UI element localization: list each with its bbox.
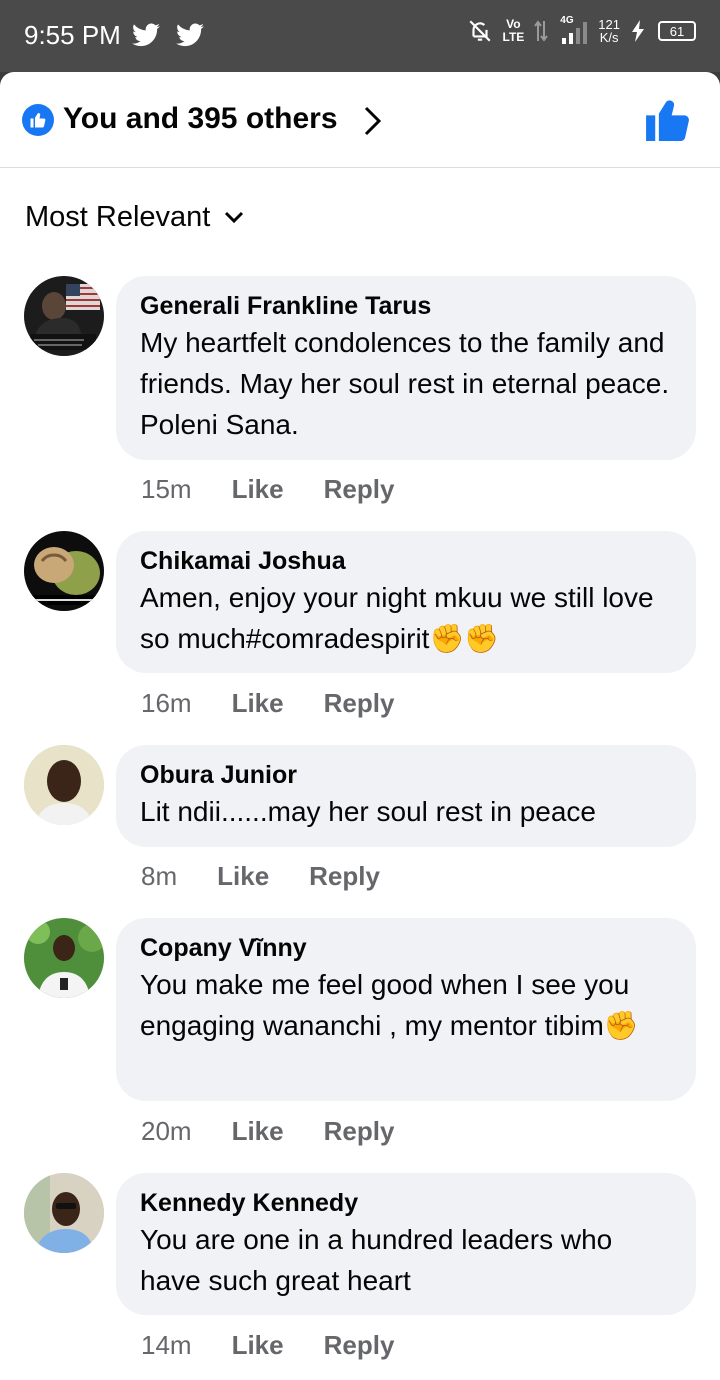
reactions-summary[interactable]: You and 395 others xyxy=(63,102,338,136)
avatar[interactable] xyxy=(24,276,104,356)
comment-author[interactable]: Chikamai Joshua xyxy=(140,545,672,577)
reactions-sheet: You and 395 others Most Relevant General… xyxy=(0,72,720,1380)
reply-comment-button[interactable]: Reply xyxy=(309,861,380,892)
comment-actions: 16m Like Reply xyxy=(141,688,394,719)
comment-bubble[interactable]: Generali Frankline Tarus My heartfelt co… xyxy=(116,276,696,460)
comment-text: Lit ndii......may her soul rest in peace xyxy=(140,796,596,827)
notifications-off-icon xyxy=(468,20,491,42)
battery-icon: 61 xyxy=(658,21,696,41)
charging-icon xyxy=(632,20,644,42)
net-speed: 121 K/s xyxy=(598,17,620,45)
comment-author[interactable]: Generali Frankline Tarus xyxy=(140,290,672,322)
like-comment-button[interactable]: Like xyxy=(232,474,284,505)
data-arrows-icon xyxy=(534,20,549,42)
comment-text: You are one in a hundred leaders who hav… xyxy=(140,1224,613,1296)
avatar[interactable] xyxy=(24,918,104,998)
twitter-icon xyxy=(132,23,160,47)
reply-comment-button[interactable]: Reply xyxy=(324,1330,395,1361)
like-reaction-icon xyxy=(22,104,54,136)
chevron-down-icon xyxy=(225,211,244,223)
comment-time: 16m xyxy=(141,688,192,718)
sort-label: Most Relevant xyxy=(25,201,211,233)
like-comment-button[interactable]: Like xyxy=(232,688,284,719)
comment-actions: 8m Like Reply xyxy=(141,861,380,892)
comment-actions: 14m Like Reply xyxy=(141,1330,394,1361)
comment-time: 20m xyxy=(141,1116,192,1146)
comment-bubble[interactable]: Kennedy Kennedy You are one in a hundred… xyxy=(116,1173,696,1315)
reactions-header[interactable]: You and 395 others xyxy=(0,72,720,168)
comment-author[interactable]: Kennedy Kennedy xyxy=(140,1187,672,1219)
comment-time: 8m xyxy=(141,861,178,891)
comment-text: You make me feel good when I see you eng… xyxy=(140,969,639,1041)
twitter-icon xyxy=(176,23,204,47)
comment-time: 14m xyxy=(141,1330,192,1360)
status-time: 9:55 PM xyxy=(24,20,121,50)
volte-icon: Vo LTE xyxy=(502,17,525,44)
comment-text: Amen, enjoy your night mkuu we still lov… xyxy=(140,582,654,654)
signal-icon: 4G xyxy=(558,15,588,46)
comment-text: My heartfelt condolences to the family a… xyxy=(140,327,670,440)
comment-bubble[interactable]: Obura Junior Lit ndii......may her soul … xyxy=(116,745,696,847)
comment-author[interactable]: Obura Junior xyxy=(140,759,672,791)
like-comment-button[interactable]: Like xyxy=(232,1330,284,1361)
reply-comment-button[interactable]: Reply xyxy=(324,688,395,719)
comment-time: 15m xyxy=(141,474,192,504)
comment-actions: 15m Like Reply xyxy=(141,474,394,505)
chevron-right-icon[interactable] xyxy=(362,104,384,138)
status-bar: 9:55 PM Vo LTE 4G 121 K/s 61 xyxy=(0,0,720,72)
like-comment-button[interactable]: Like xyxy=(232,1116,284,1147)
avatar[interactable] xyxy=(24,1173,104,1253)
avatar[interactable] xyxy=(24,531,104,611)
sort-dropdown[interactable]: Most Relevant xyxy=(25,201,244,234)
comment-bubble[interactable]: Copany Vĩnny You make me feel good when … xyxy=(116,918,696,1101)
comment-actions: 20m Like Reply xyxy=(141,1116,394,1147)
comment-author[interactable]: Copany Vĩnny xyxy=(140,932,672,964)
reply-comment-button[interactable]: Reply xyxy=(324,474,395,505)
status-icons: Vo LTE 4G 121 K/s 61 xyxy=(467,15,696,46)
like-comment-button[interactable]: Like xyxy=(217,861,269,892)
comment-bubble[interactable]: Chikamai Joshua Amen, enjoy your night m… xyxy=(116,531,696,673)
like-button[interactable] xyxy=(646,99,690,141)
avatar[interactable] xyxy=(24,745,104,825)
reply-comment-button[interactable]: Reply xyxy=(324,1116,395,1147)
